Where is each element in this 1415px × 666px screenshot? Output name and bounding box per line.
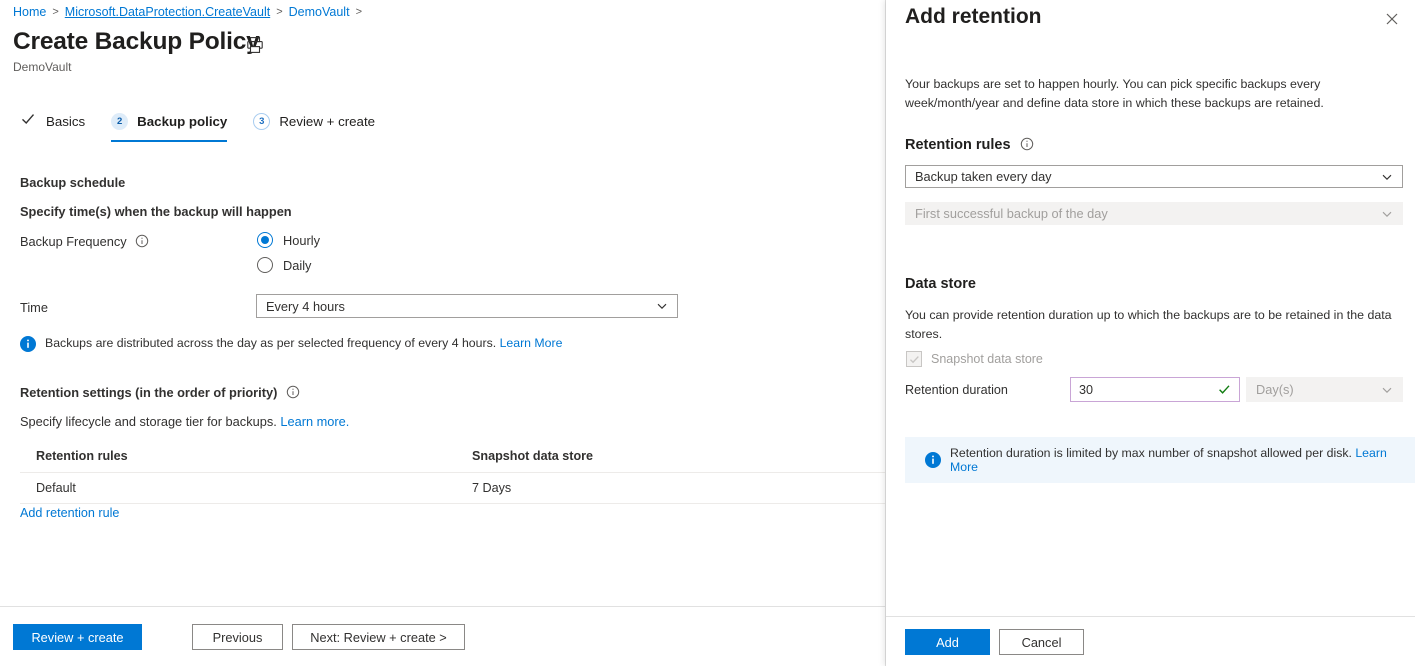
radio-daily-control[interactable] [257,257,273,273]
review-create-button[interactable]: Review + create [13,624,142,650]
tab-label: Backup policy [137,114,227,129]
azure-portal-screen: Home > Microsoft.DataProtection.CreateVa… [0,0,1415,666]
table-col-retention-rules: Retention rules [20,449,472,463]
schedule-instruction: Specify time(s) when the backup will hap… [20,204,292,219]
snapshot-data-store-checkbox [906,351,922,367]
panel-footer-divider [886,616,1415,617]
close-icon[interactable] [1381,8,1403,30]
footer-divider [0,606,886,607]
retention-settings-heading-text: Retention settings (in the order of prio… [20,385,277,400]
time-label: Time [20,300,48,315]
chevron-down-icon [656,300,668,312]
tab-review-create[interactable]: 3 Review + create [253,105,401,137]
table-cell-snapshot-duration: 7 Days [472,481,886,495]
tab-label: Review + create [279,114,375,129]
chevron-down-icon [1381,171,1393,183]
next-review-create-button[interactable]: Next: Review + create > [292,624,465,650]
retention-rules-table: Retention rules Snapshot data store Defa… [20,440,886,504]
step-badge-2: 2 [111,113,128,130]
backup-schedule-heading: Backup schedule [20,175,125,190]
retention-duration-unit-select: Day(s) [1246,377,1403,402]
retention-rules-heading: Retention rules [905,137,1034,153]
chevron-down-icon [1381,384,1393,396]
schedule-info-body: Backups are distributed across the day a… [45,336,496,350]
info-icon[interactable] [286,385,300,399]
retention-subtext: Specify lifecycle and storage tier for b… [20,414,349,429]
retention-duration-input[interactable]: 30 [1070,377,1240,402]
radio-hourly-control[interactable] [257,232,273,248]
retention-subtext-body: Specify lifecycle and storage tier for b… [20,414,277,429]
data-store-description: You can provide retention duration up to… [905,306,1399,344]
schedule-info-text: Backups are distributed across the day a… [45,336,562,350]
time-dropdown[interactable]: Every 4 hours [256,294,678,318]
chevron-down-icon [1381,208,1393,220]
checkmark-icon [909,354,920,365]
checkmark-icon [20,111,42,132]
breadcrumb-separator: > [276,6,282,18]
retention-rules-heading-text: Retention rules [905,137,1011,153]
info-circle-icon [20,336,36,352]
breadcrumb: Home > Microsoft.DataProtection.CreateVa… [13,5,362,19]
retention-rule-select-value: Backup taken every day [915,169,1052,184]
breadcrumb-item-home[interactable]: Home [13,5,46,19]
breadcrumb-item-demovault[interactable]: DemoVault [289,5,350,19]
panel-description: Your backups are set to happen hourly. Y… [905,75,1403,113]
wizard-tabs: Basics 2 Backup policy 3 Review + create [20,105,401,137]
breadcrumb-separator: > [356,6,362,18]
printer-icon[interactable] [246,36,264,54]
retention-duration-unit-value: Day(s) [1256,382,1294,397]
green-check-icon [1218,383,1231,396]
retention-limit-banner: Retention duration is limited by max num… [905,437,1415,483]
table-header-row: Retention rules Snapshot data store [20,440,886,473]
backup-frequency-label-text: Backup Frequency [20,234,127,249]
schedule-info-learn-more-link[interactable]: Learn More [500,336,563,350]
page-subtitle: DemoVault [13,60,71,74]
panel-title: Add retention [905,5,1042,29]
step-badge-3: 3 [253,113,270,130]
banner-text: Retention duration is limited by max num… [950,446,1415,474]
backup-selection-select-value: First successful backup of the day [915,206,1108,221]
breadcrumb-separator: > [52,6,58,18]
radio-daily[interactable]: Daily [257,257,311,273]
add-retention-panel: Add retention Your backups are set to ha… [886,0,1415,666]
banner-body: Retention duration is limited by max num… [950,446,1352,460]
radio-hourly[interactable]: Hourly [257,232,320,248]
info-icon[interactable] [1020,137,1034,151]
tab-label: Basics [46,114,85,129]
snapshot-data-store-label: Snapshot data store [931,352,1043,366]
create-backup-policy-blade: Home > Microsoft.DataProtection.CreateVa… [0,0,886,666]
retention-learn-more-link[interactable]: Learn more. [280,414,349,429]
previous-button[interactable]: Previous [192,624,283,650]
retention-rule-select[interactable]: Backup taken every day [905,165,1403,188]
tab-backup-policy[interactable]: 2 Backup policy [111,105,253,137]
add-retention-rule-link[interactable]: Add retention rule [20,506,119,520]
tab-basics[interactable]: Basics [20,105,111,137]
schedule-info-message: Backups are distributed across the day a… [20,336,660,352]
info-icon[interactable] [135,234,149,248]
table-cell-rule-name: Default [20,481,472,495]
page-title: Create Backup Policy [13,28,260,56]
table-row[interactable]: Default 7 Days [20,473,886,504]
table-col-snapshot-data-store: Snapshot data store [472,449,886,463]
retention-settings-heading: Retention settings (in the order of prio… [20,385,300,400]
radio-daily-label: Daily [283,258,311,273]
data-store-heading: Data store [905,276,976,292]
backup-frequency-label: Backup Frequency [20,234,149,249]
radio-hourly-label: Hourly [283,233,320,248]
retention-duration-value: 30 [1079,383,1093,397]
add-button[interactable]: Add [905,629,990,655]
time-dropdown-value: Every 4 hours [266,299,345,314]
breadcrumb-item-create-vault[interactable]: Microsoft.DataProtection.CreateVault [65,5,270,19]
info-circle-icon [925,452,941,468]
backup-selection-select: First successful backup of the day [905,202,1403,225]
cancel-button[interactable]: Cancel [999,629,1084,655]
retention-duration-label: Retention duration [905,383,1008,397]
